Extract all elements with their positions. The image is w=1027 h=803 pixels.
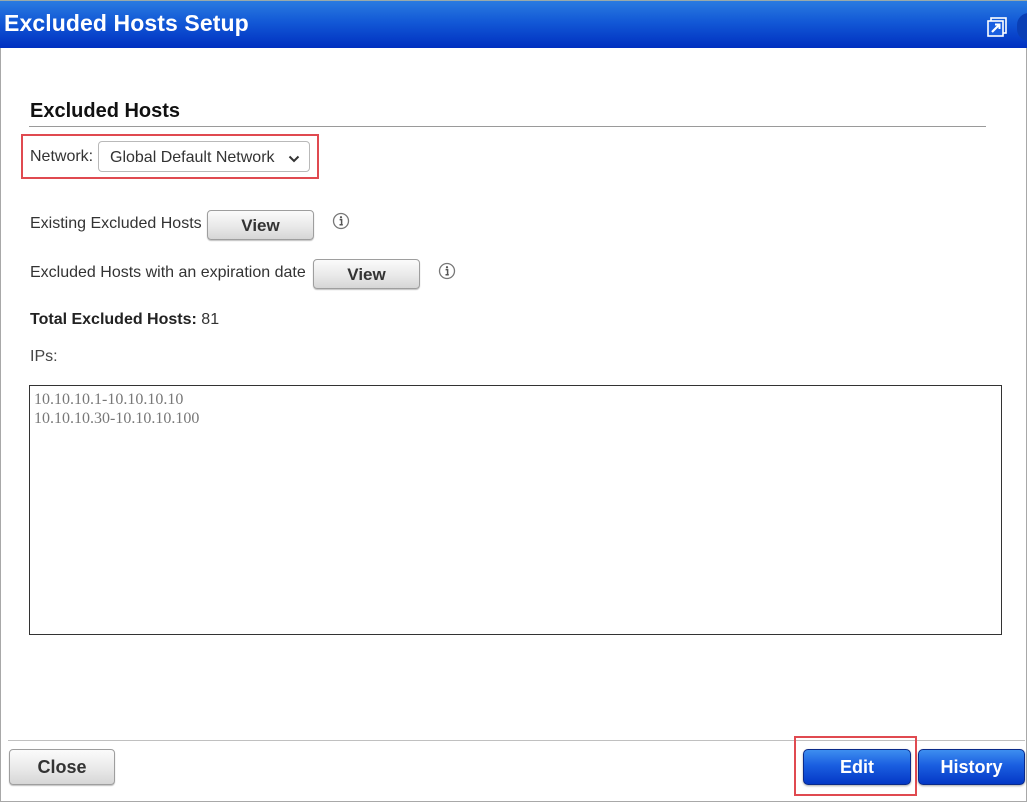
title-bar: Excluded Hosts Setup	[0, 0, 1027, 48]
network-select[interactable]: Global Default Network	[98, 141, 310, 172]
expiring-excluded-hosts-label: Excluded Hosts with an expiration date	[30, 264, 306, 281]
total-excluded-hosts: Total Excluded Hosts: 81	[30, 311, 219, 329]
total-excluded-hosts-value: 81	[201, 311, 220, 328]
close-button[interactable]: Close	[9, 749, 115, 785]
section-divider	[29, 126, 986, 127]
network-label: Network:	[30, 148, 94, 165]
edit-button[interactable]: Edit	[803, 749, 911, 785]
section-title: Excluded Hosts	[30, 100, 181, 122]
dialog-title: Excluded Hosts Setup	[4, 10, 249, 36]
existing-excluded-hosts-label: Existing Excluded Hosts	[30, 215, 202, 232]
ips-label: IPs:	[30, 348, 58, 365]
popout-window-icon[interactable]	[987, 17, 1007, 37]
ips-textarea[interactable]: 10.10.10.1-10.10.10.10 10.10.10.30-10.10…	[29, 385, 1002, 635]
view-existing-button[interactable]: View	[207, 210, 314, 240]
info-icon[interactable]	[438, 262, 456, 280]
network-selected-value: Global Default Network	[110, 149, 275, 166]
total-excluded-hosts-label: Total Excluded Hosts:	[30, 311, 197, 328]
chevron-down-icon	[288, 151, 300, 163]
info-icon[interactable]	[332, 212, 350, 230]
title-bar-tab	[1017, 13, 1027, 41]
view-expiring-button[interactable]: View	[313, 259, 420, 289]
history-button[interactable]: History	[918, 749, 1025, 785]
